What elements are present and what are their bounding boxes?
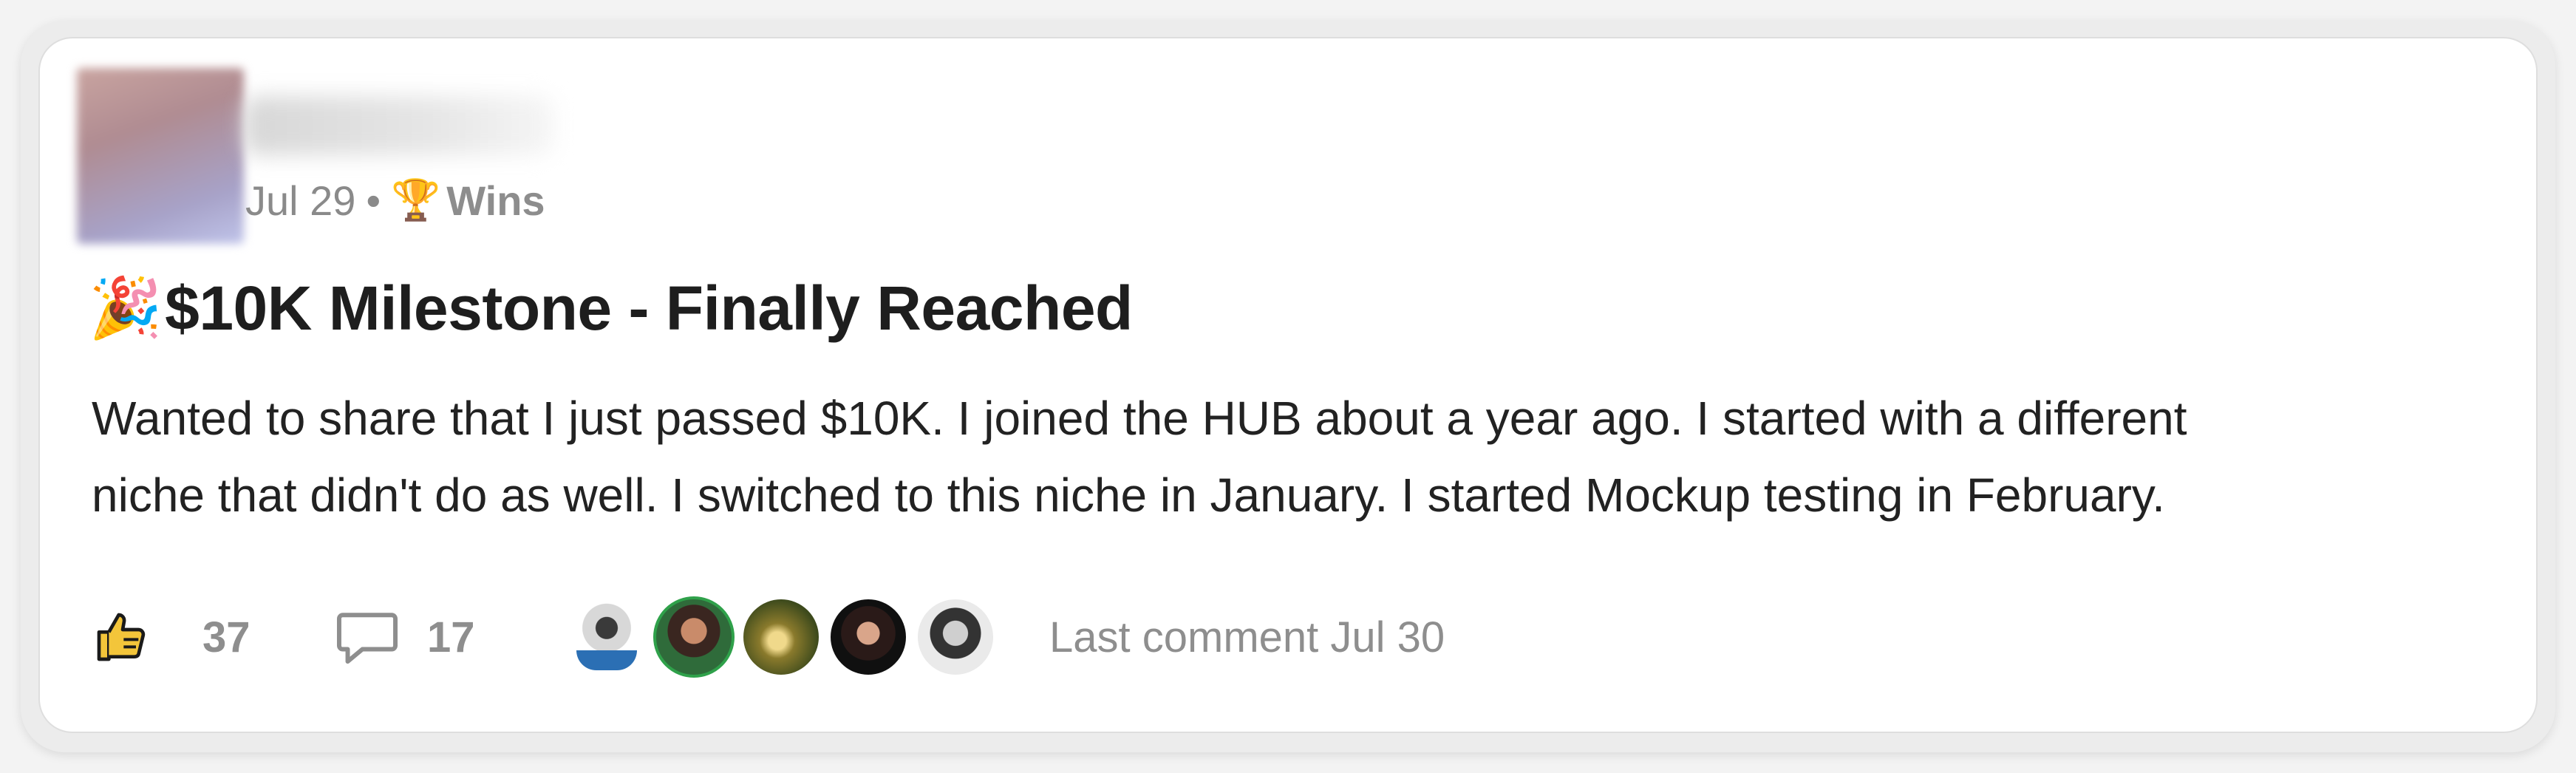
like-button[interactable] [90, 606, 152, 668]
post-title-text: $10K Milestone - Finally Reached [165, 273, 1133, 343]
meta-separator: • [366, 177, 381, 224]
comments-count: 17 [427, 613, 475, 661]
thumbs-up-icon [97, 613, 146, 661]
post-footer: 37 17 Last comment Jul 30 [90, 591, 1445, 683]
commenter-avatar[interactable] [828, 596, 909, 678]
post-body: Wanted to share that I just passed $10K.… [92, 380, 2456, 534]
comment-bubble-icon [336, 613, 398, 664]
post-body-line: niche that didn't do as well. I switched… [92, 469, 2165, 522]
author-name-redacted [244, 96, 554, 155]
commenter-avatar[interactable] [740, 596, 822, 678]
commenter-avatar[interactable] [915, 596, 996, 678]
author-avatar[interactable] [77, 68, 244, 244]
post-date: Jul 29 [245, 177, 356, 224]
likes-count: 37 [202, 613, 251, 661]
comment-button[interactable] [334, 606, 401, 668]
commenter-avatar[interactable] [653, 596, 735, 678]
trophy-icon: 🏆 [391, 177, 441, 222]
party-popper-icon: 🎉 [89, 275, 163, 341]
category-label[interactable]: Wins [446, 177, 545, 225]
post-body-line: Wanted to share that I just passed $10K.… [92, 392, 2187, 445]
post-title[interactable]: 🎉 $10K Milestone - Finally Reached [89, 268, 1133, 349]
commenter-avatars[interactable] [566, 596, 1002, 678]
post-meta: Jul 29 • 🏆 Wins [245, 174, 545, 226]
commenter-avatar[interactable] [566, 596, 647, 678]
last-comment-label: Last comment Jul 30 [1049, 613, 1445, 661]
